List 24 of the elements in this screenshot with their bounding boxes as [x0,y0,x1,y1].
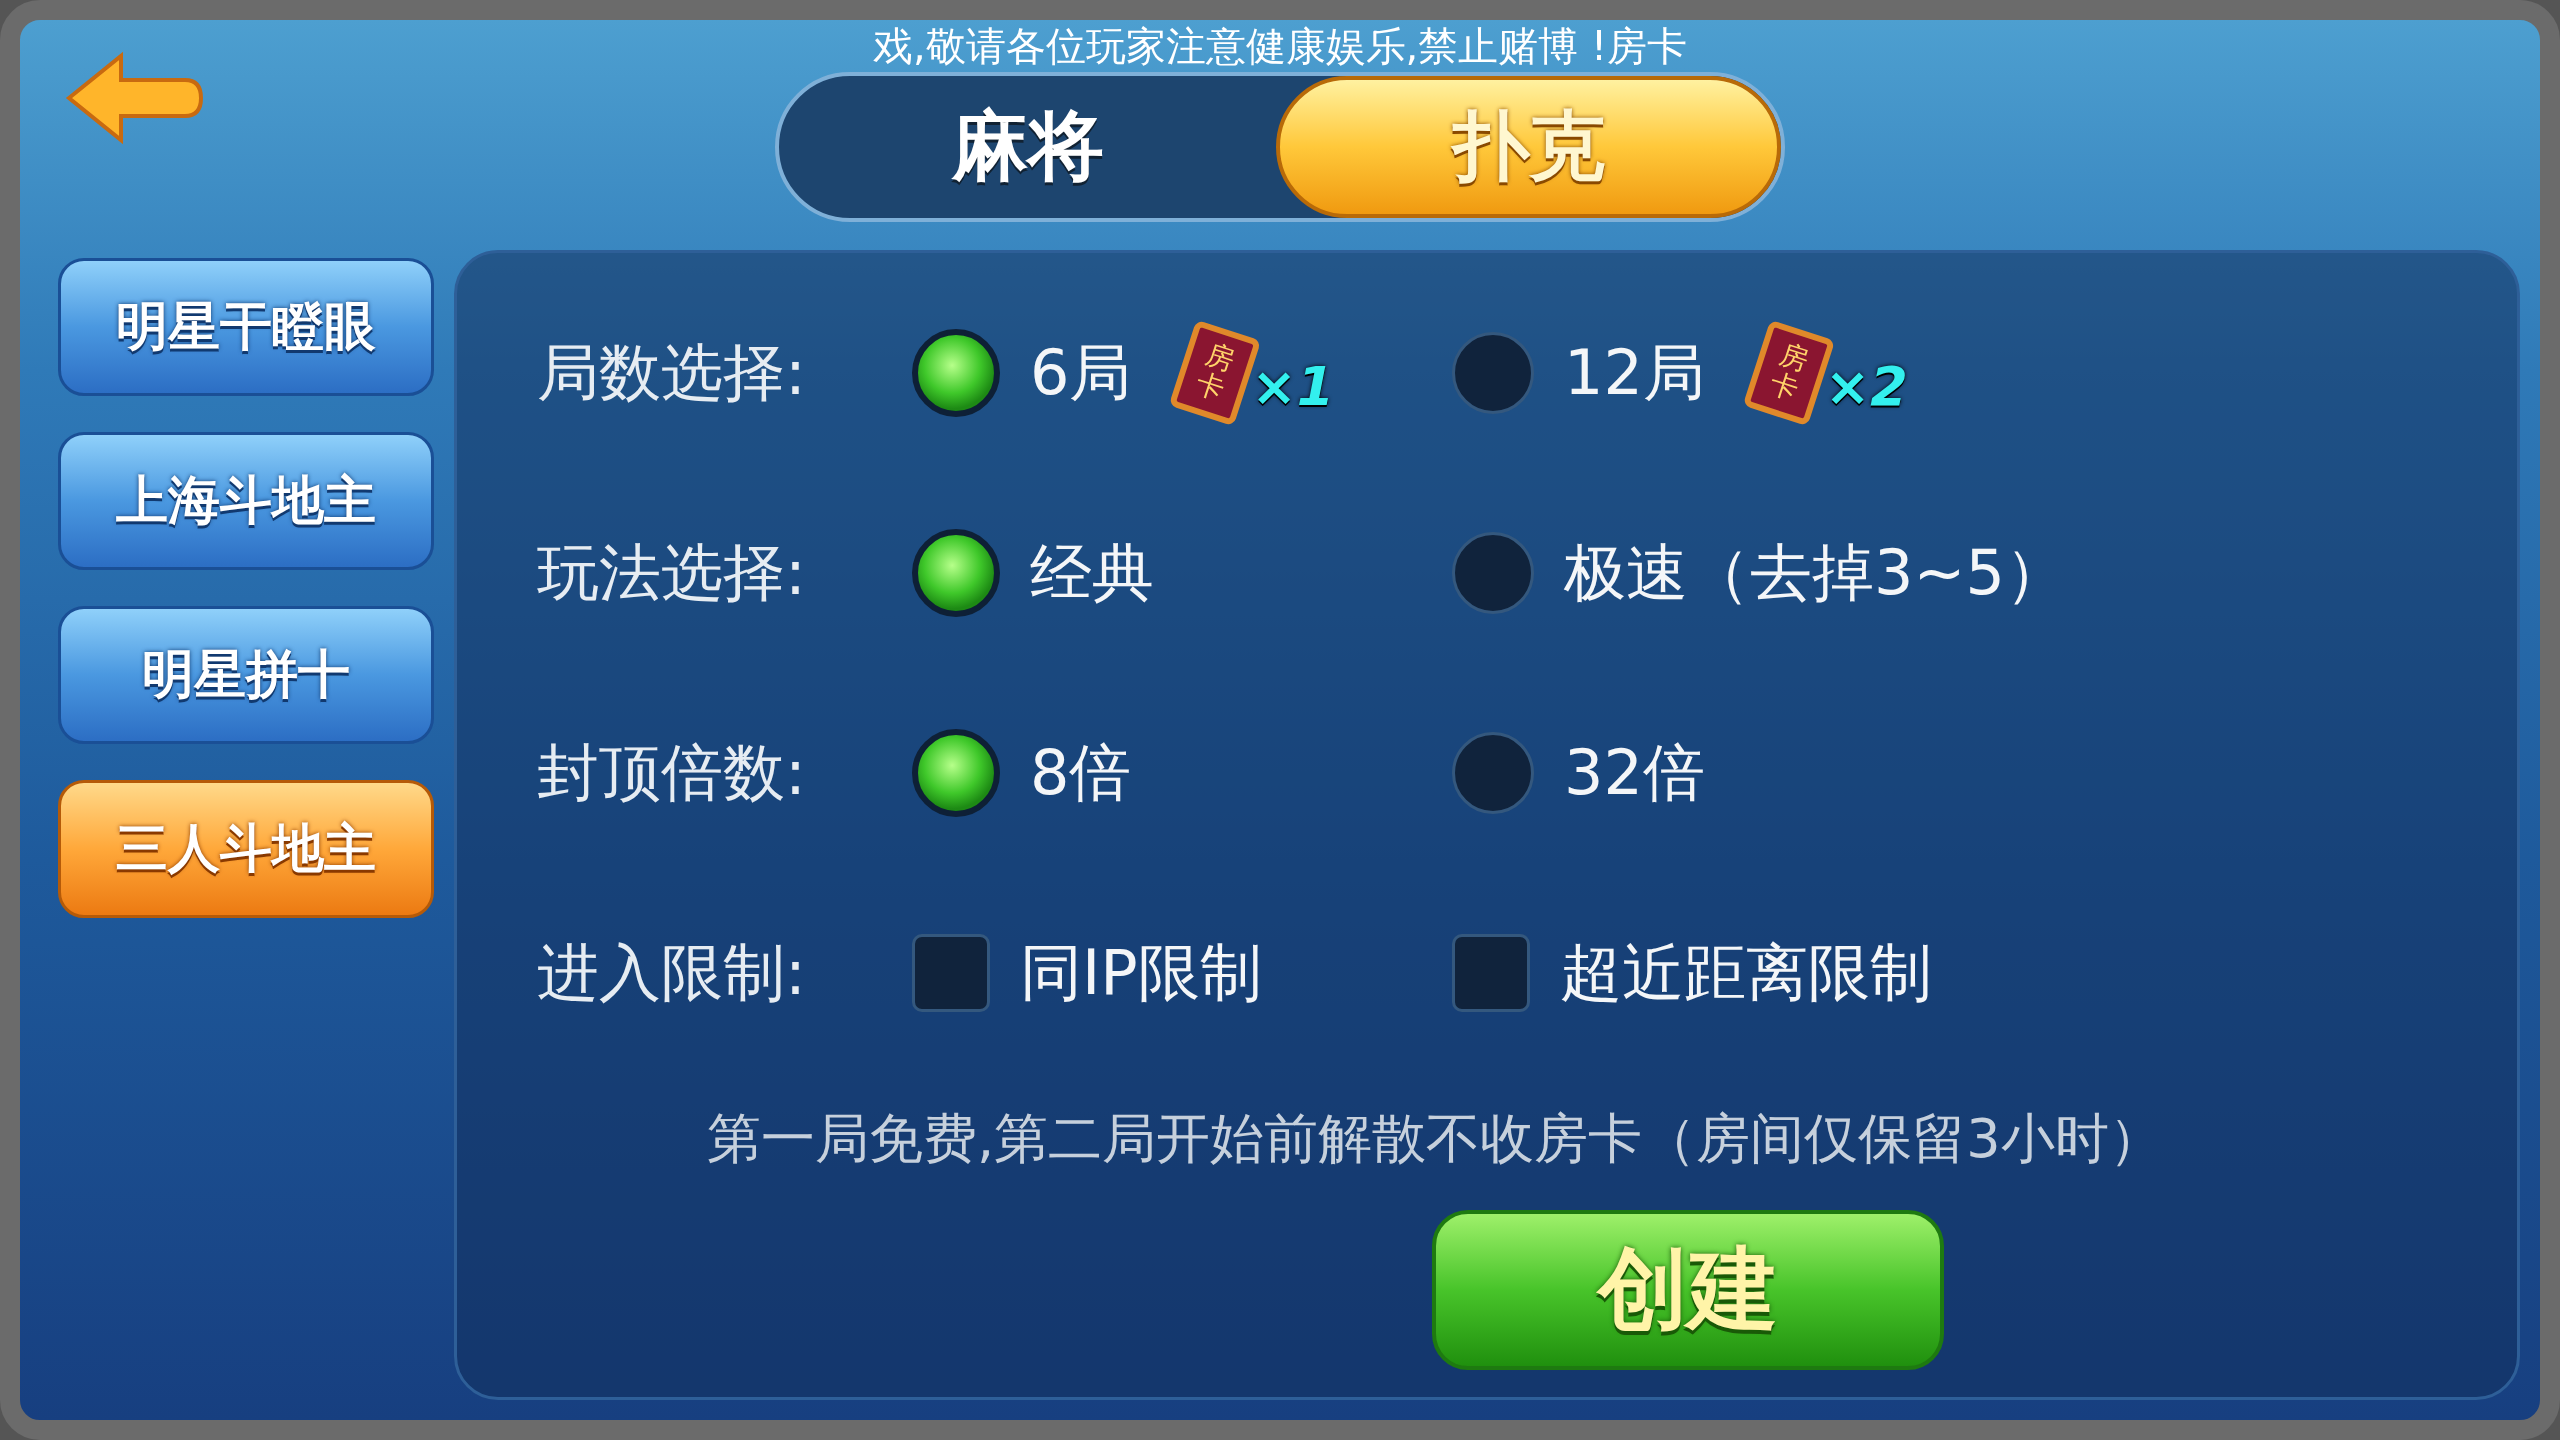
create-button[interactable]: 创建 [1432,1210,1944,1370]
choice-label: 8倍 [1030,735,1132,811]
choice-label: 经典 [1030,535,1154,611]
game-button[interactable]: 上海斗地主 [58,432,434,570]
checkbox[interactable] [1452,934,1530,1012]
option-label: 局数选择: [537,335,807,411]
choice-label: 32倍 [1564,735,1705,811]
category-tab[interactable]: 麻将 [779,76,1276,218]
checkbox[interactable] [912,934,990,1012]
back-button[interactable] [65,50,205,146]
option-label: 封顶倍数: [537,735,807,811]
choice-label: 6局 [1030,335,1132,411]
choice-label: 超近距离限制 [1560,935,1932,1011]
choice-label: 同IP限制 [1020,935,1262,1011]
option-label: 进入限制: [537,935,807,1011]
marquee-text: 戏,敬请各位玩家注意健康娱乐,禁止赌博 !房卡 [872,22,1688,71]
back-arrow-icon [65,50,205,146]
notice-text: 第一局免费,第二局开始前解散不收房卡（房间仅保留3小时） [706,1106,2164,1172]
choice-label: 极速（去掉3~5） [1564,535,2067,611]
game-button[interactable]: 明星干瞪眼 [58,258,434,396]
choice-label: 12局 [1564,335,1705,411]
game-button[interactable]: 三人斗地主 [58,780,434,918]
option-label: 玩法选择: [537,535,807,611]
game-button[interactable]: 明星拼十 [58,606,434,744]
